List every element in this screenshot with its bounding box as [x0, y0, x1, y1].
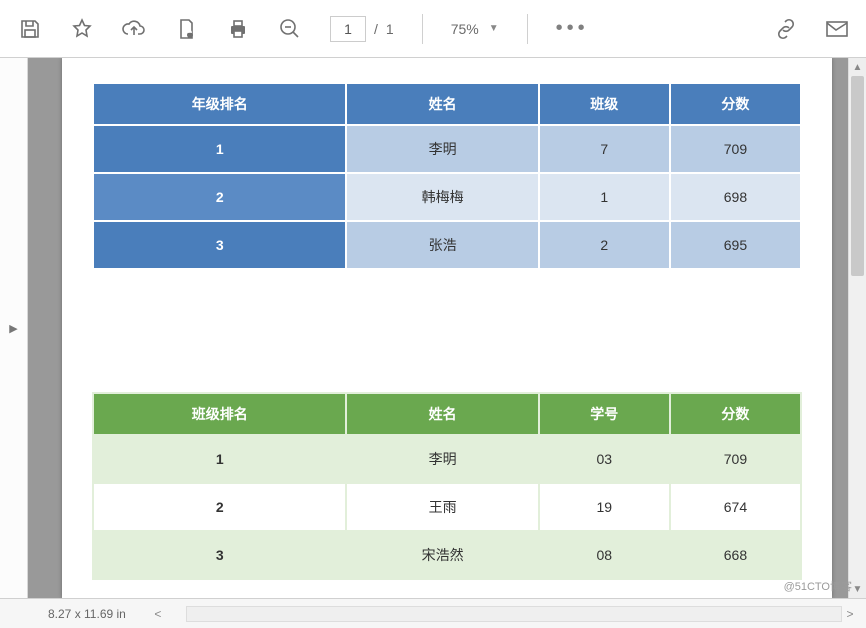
zoom-dropdown[interactable]: 75% ▼ — [451, 21, 499, 37]
toolbar: / 1 75% ▼ ••• — [0, 0, 866, 58]
zoom-out-icon[interactable] — [278, 17, 302, 41]
spacer — [62, 270, 832, 380]
cell-score: 695 — [670, 221, 801, 269]
cell-class: 1 — [539, 173, 670, 221]
document-viewer: 年级排名 姓名 班级 分数 1 李明 7 709 2 韩梅梅 1 698 — [28, 58, 866, 598]
cell-rank: 2 — [93, 173, 346, 221]
chevron-down-icon: ▼ — [489, 23, 499, 34]
page-total: 1 — [386, 21, 394, 37]
file-lock-icon[interactable] — [174, 17, 198, 41]
col-name: 姓名 — [346, 83, 538, 125]
cell-score: 698 — [670, 173, 801, 221]
table-header-row: 年级排名 姓名 班级 分数 — [93, 83, 801, 125]
page-input[interactable] — [330, 16, 366, 42]
page-counter: / 1 — [330, 16, 394, 42]
zoom-value: 75% — [451, 21, 479, 37]
cell-score: 668 — [670, 531, 801, 579]
class-ranking-table: 班级排名 姓名 学号 分数 1 李明 03 709 2 王雨 19 674 — [92, 392, 802, 580]
cell-name: 李明 — [346, 125, 538, 173]
vertical-scrollbar[interactable]: ▲ ▼ — [848, 58, 866, 598]
table-row: 3 宋浩然 08 668 — [93, 531, 801, 579]
cell-rank: 3 — [93, 221, 346, 269]
cell-name: 宋浩然 — [346, 531, 538, 579]
table-row: 1 李明 03 709 — [93, 435, 801, 483]
scroll-thumb[interactable] — [851, 76, 864, 276]
link-icon[interactable] — [774, 17, 798, 41]
page-sep: / — [374, 21, 378, 37]
scroll-right-icon[interactable]: > — [842, 607, 858, 621]
chevron-right-icon: ▶ — [9, 322, 17, 335]
cell-rank: 2 — [93, 483, 346, 531]
toolbar-separator — [527, 14, 528, 44]
watermark: @51CTO博客 — [784, 578, 852, 594]
scroll-left-icon[interactable]: < — [150, 607, 166, 621]
col-class: 班级 — [539, 83, 670, 125]
more-icon[interactable]: ••• — [556, 17, 589, 40]
col-class-rank: 班级排名 — [93, 393, 346, 435]
cell-rank: 3 — [93, 531, 346, 579]
cloud-upload-icon[interactable] — [122, 17, 146, 41]
col-score: 分数 — [670, 393, 801, 435]
cell-sid: 03 — [539, 435, 670, 483]
cell-name: 韩梅梅 — [346, 173, 538, 221]
table-header-row: 班级排名 姓名 学号 分数 — [93, 393, 801, 435]
scroll-up-icon[interactable]: ▲ — [849, 58, 866, 76]
col-name: 姓名 — [346, 393, 538, 435]
table-row: 2 韩梅梅 1 698 — [93, 173, 801, 221]
save-icon[interactable] — [18, 17, 42, 41]
cell-sid: 08 — [539, 531, 670, 579]
grade-ranking-table: 年级排名 姓名 班级 分数 1 李明 7 709 2 韩梅梅 1 698 — [92, 82, 802, 270]
cell-sid: 19 — [539, 483, 670, 531]
cell-class: 7 — [539, 125, 670, 173]
table-row: 1 李明 7 709 — [93, 125, 801, 173]
table-row: 2 王雨 19 674 — [93, 483, 801, 531]
col-grade-rank: 年级排名 — [93, 83, 346, 125]
star-icon[interactable] — [70, 17, 94, 41]
side-panel-toggle[interactable]: ▶ — [0, 58, 28, 598]
col-sid: 学号 — [539, 393, 670, 435]
document-page: 年级排名 姓名 班级 分数 1 李明 7 709 2 韩梅梅 1 698 — [62, 58, 832, 598]
cell-rank: 1 — [93, 125, 346, 173]
page-dimensions: 8.27 x 11.69 in — [48, 607, 126, 621]
print-icon[interactable] — [226, 17, 250, 41]
horizontal-scrollbar[interactable] — [186, 606, 842, 622]
cell-name: 王雨 — [346, 483, 538, 531]
cell-class: 2 — [539, 221, 670, 269]
cell-name: 张浩 — [346, 221, 538, 269]
table-row: 3 张浩 2 695 — [93, 221, 801, 269]
mail-icon[interactable] — [824, 17, 848, 41]
cell-score: 709 — [670, 125, 801, 173]
cell-score: 674 — [670, 483, 801, 531]
cell-rank: 1 — [93, 435, 346, 483]
toolbar-separator — [422, 14, 423, 44]
cell-name: 李明 — [346, 435, 538, 483]
cell-score: 709 — [670, 435, 801, 483]
status-bar: 8.27 x 11.69 in < > — [0, 598, 866, 628]
col-score: 分数 — [670, 83, 801, 125]
